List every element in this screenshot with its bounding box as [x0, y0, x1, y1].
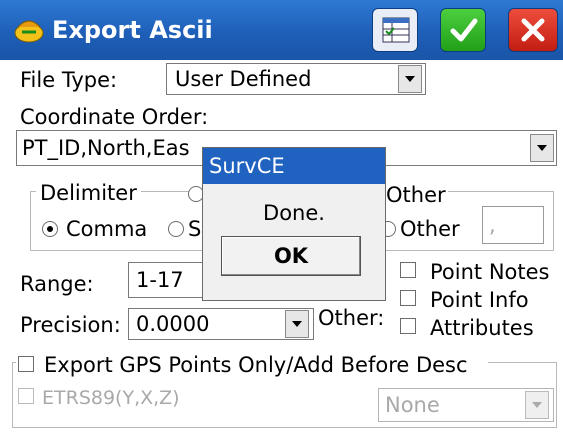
title-bar: Export Ascii	[0, 0, 563, 60]
ok-check-button[interactable]	[440, 8, 486, 52]
point-info-label: Point Info	[430, 288, 529, 312]
precision-value: 0.0000	[136, 312, 210, 336]
app-logo-icon	[12, 13, 46, 47]
window-title: Export Ascii	[52, 16, 213, 44]
precision-label: Precision:	[20, 313, 121, 337]
range-value: 1-17	[136, 268, 184, 292]
dialog-ok-button[interactable]: OK	[221, 236, 361, 276]
file-type-value: User Defined	[175, 67, 312, 91]
etrs89-select-value: None	[385, 393, 440, 417]
other-delimiter-value: ,	[489, 213, 496, 237]
delimiter-s-radio[interactable]	[168, 221, 184, 237]
precision-dropdown-button[interactable]	[285, 310, 309, 338]
precision-select[interactable]: 0.0000	[128, 308, 314, 340]
dialog-title: SurvCE	[209, 154, 285, 178]
chevron-down-icon	[292, 321, 302, 327]
chevron-down-icon	[532, 402, 542, 408]
message-dialog: SurvCE Done. OK	[202, 147, 386, 301]
etrs89-checkbox[interactable]	[18, 388, 34, 404]
other-group-label: Other	[384, 182, 448, 208]
point-notes-label: Point Notes	[430, 260, 550, 284]
table-icon	[382, 17, 410, 43]
etrs89-select[interactable]: None	[378, 388, 554, 422]
dialog-title-bar: SurvCE	[203, 148, 385, 184]
file-type-select[interactable]: User Defined	[166, 63, 426, 95]
point-notes-checkbox[interactable]	[400, 262, 416, 278]
view-table-button[interactable]	[372, 8, 418, 52]
export-gps-checkbox[interactable]	[18, 356, 34, 372]
other-radio-label: Other	[400, 217, 460, 241]
close-icon	[521, 18, 545, 42]
chevron-down-icon	[537, 145, 547, 151]
delimiter-comma-label: Comma	[66, 217, 148, 241]
coordinate-order-label: Coordinate Order:	[20, 105, 209, 129]
file-type-label: File Type:	[20, 68, 118, 92]
chevron-down-icon	[405, 76, 415, 82]
file-type-dropdown-button[interactable]	[398, 65, 422, 93]
coordinate-order-dropdown-button[interactable]	[530, 134, 554, 162]
export-gps-label: Export GPS Points Only/Add Before Desc	[44, 353, 468, 377]
delimiter-comma-radio[interactable]	[42, 221, 58, 237]
other-field-label: Other:	[318, 306, 385, 330]
etrs89-dropdown-button[interactable]	[525, 391, 549, 419]
dialog-ok-label: OK	[273, 244, 309, 268]
attributes-checkbox[interactable]	[400, 318, 416, 334]
delimiter-s-label: S	[188, 217, 202, 241]
dialog-message: Done.	[263, 201, 325, 225]
range-label: Range:	[20, 272, 94, 296]
close-button[interactable]	[508, 8, 558, 52]
coordinate-order-value: PT_ID,North,Eas	[22, 136, 190, 160]
checkmark-icon	[450, 18, 478, 42]
attributes-label: Attributes	[430, 316, 534, 340]
etrs89-label: ETRS89(Y,X,Z)	[42, 387, 180, 409]
point-info-checkbox[interactable]	[400, 290, 416, 306]
other-delimiter-input[interactable]: ,	[482, 206, 544, 244]
delimiter-group-label: Delimiter	[36, 180, 141, 206]
